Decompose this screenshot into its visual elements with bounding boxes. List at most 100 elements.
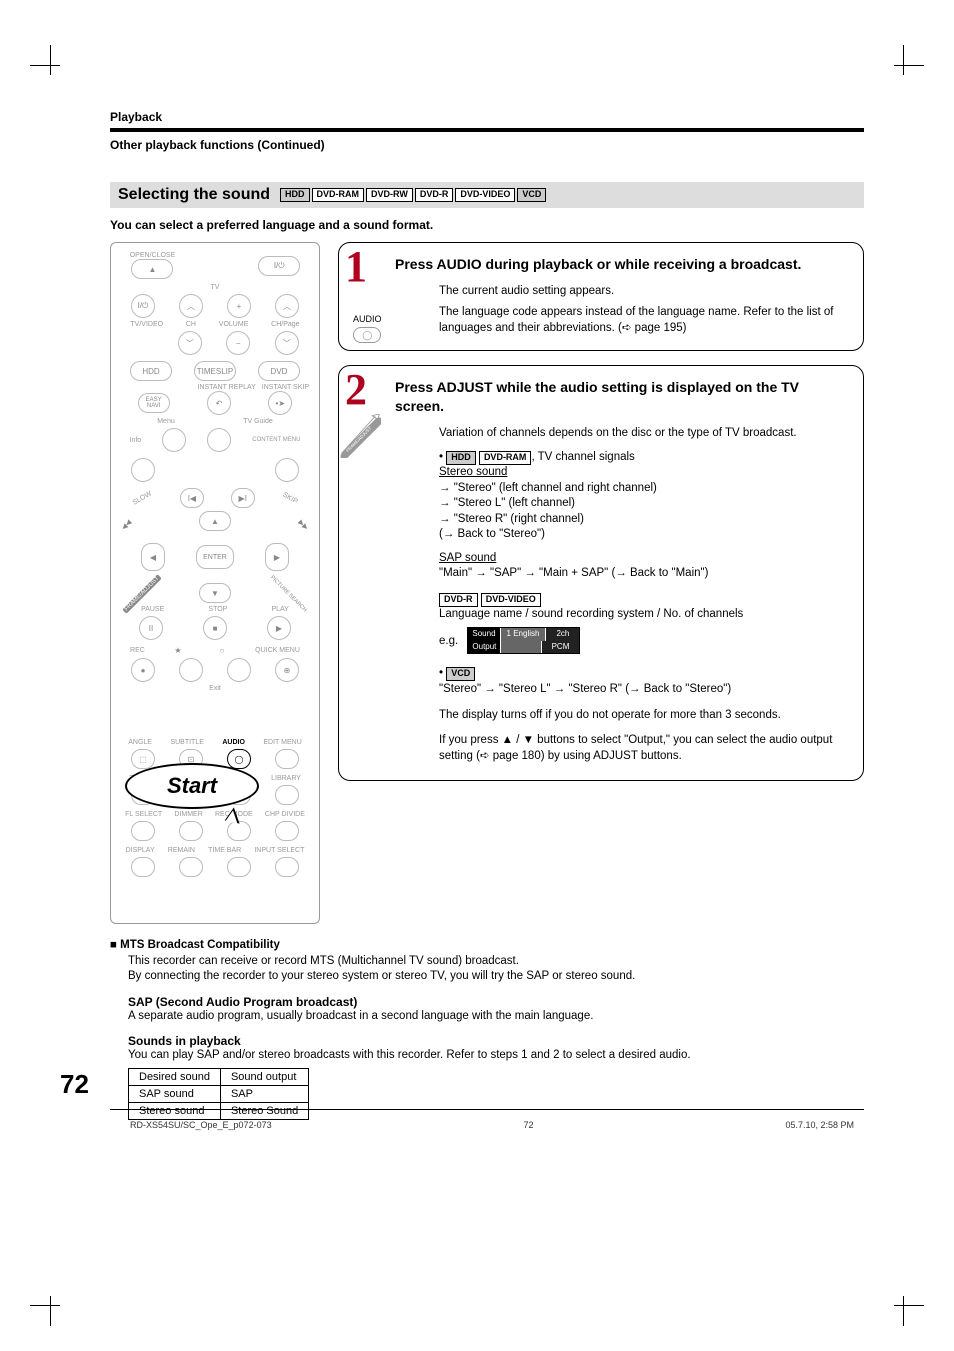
- btn-timeslip: TIMESLIP: [194, 361, 236, 381]
- sap-heading: SAP (Second Audio Program broadcast): [128, 995, 864, 1009]
- remote-column: OPEN/CLOSE ▲ I/⏻ TV I/⏻ ︿ + ︿ TV/VIDEO C…: [110, 242, 320, 924]
- label-subtitle: SUBTITLE: [170, 739, 203, 746]
- arrow-left-icon: ◀: [141, 543, 165, 571]
- pause-icon: II: [139, 616, 163, 640]
- skip-icon: •➤: [268, 391, 292, 415]
- btn-enter: ENTER: [196, 545, 234, 569]
- label-exit: Exit: [111, 685, 319, 692]
- label-stop: STOP: [208, 606, 227, 613]
- btn-display: [131, 857, 155, 877]
- label-fl-select: FL SELECT: [125, 811, 162, 818]
- step-2-sap-heading: SAP sound: [439, 552, 496, 564]
- step-1-title: Press AUDIO during playback or while rec…: [395, 255, 849, 274]
- btn-menu: [162, 428, 186, 452]
- ex-row1-v1: 1 English: [500, 628, 546, 641]
- mts-l1: This recorder can receive or record MTS …: [128, 954, 864, 970]
- btn-star: [179, 658, 203, 682]
- label-quick-menu: QUICK MENU: [255, 647, 300, 654]
- page-number: 72: [60, 1069, 89, 1100]
- angle-icon: ⬚: [131, 749, 155, 769]
- table-cell: Stereo sound: [129, 1102, 221, 1119]
- table-h2: Sound output: [220, 1068, 308, 1085]
- compat-table: Desired sound Sound output SAP sound SAP…: [128, 1068, 309, 1120]
- btn-input-select: [275, 857, 299, 877]
- label-info: Info: [130, 437, 142, 444]
- btn-dimmer: [179, 821, 203, 841]
- btn-tvguide: [207, 428, 231, 452]
- tag-dvdrw: DVD-RW: [366, 188, 413, 202]
- label-ch: CH: [186, 321, 196, 328]
- table-row: Stereo sound Stereo Sound: [129, 1102, 309, 1119]
- tag-vcd: VCD: [517, 188, 546, 202]
- ex-row2-spacer: [500, 641, 540, 654]
- label-chpage: CH/Page: [271, 321, 299, 328]
- sip-heading: Sounds in playback: [128, 1034, 864, 1048]
- step-1-line2: The language code appears instead of the…: [439, 305, 849, 336]
- frame-adjust-icon: FRAME/ADJUST: [337, 414, 381, 458]
- rule-thick: [110, 128, 864, 132]
- power-icon: I/⏻: [131, 294, 155, 318]
- step-1: 1 Press AUDIO during playback or while r…: [338, 242, 864, 351]
- step-2-example: e.g. Sound 1 English 2ch Output PCM: [439, 627, 849, 655]
- section-intro: You can select a preferred language and …: [110, 218, 864, 232]
- arrow-down-icon: ▼: [199, 583, 231, 603]
- label-tvvideo: TV/VIDEO: [130, 321, 163, 328]
- label-instant-replay: INSTANT REPLAY: [197, 384, 255, 391]
- step-1-audio-label: AUDIO: [353, 313, 382, 325]
- step-2-turnoff: The display turns off if you do not oper…: [439, 708, 849, 724]
- step-2-tags1-suffix: , TV channel signals: [531, 451, 634, 463]
- step-1-number: 1: [345, 237, 367, 296]
- btn-chp-divide: [275, 821, 299, 841]
- step-2-sap-seq: "Main" → "SAP" → "Main + SAP" (→ Back to…: [439, 566, 849, 582]
- audio-icon: ◯: [227, 749, 251, 769]
- tag-dvdvideo: DVD-VIDEO: [481, 593, 541, 607]
- label-remain: REMAIN: [168, 847, 195, 854]
- mts-l2: By connecting the recorder to your stere…: [128, 969, 864, 985]
- header-category: Playback: [110, 110, 864, 124]
- label-tvguide: TV Guide: [243, 418, 273, 425]
- step-2-s1: → "Stereo" (left channel and right chann…: [439, 481, 849, 497]
- chevron-down-icon: ﹀: [275, 331, 299, 355]
- label-skip: SKIP: [281, 491, 298, 505]
- table-cell: SAP: [220, 1085, 308, 1102]
- label-angle: ANGLE: [128, 739, 152, 746]
- label-pause: PAUSE: [141, 606, 164, 613]
- label-play: PLAY: [272, 606, 289, 613]
- label-open-close: OPEN/CLOSE: [130, 252, 176, 259]
- step-2-s4: (→ Back to "Stereo"): [439, 527, 849, 543]
- label-content-menu: CONTENT MENU: [252, 437, 300, 443]
- step-2-vcd-seq: "Stereo" → "Stereo L" → "Stereo R" (→ Ba…: [439, 682, 849, 698]
- label-dimmer: DIMMER: [174, 811, 202, 818]
- mts-heading: MTS Broadcast Compatibility: [110, 938, 864, 954]
- step-2-stereo-sound-heading: Stereo sound: [439, 466, 507, 478]
- ex-row1-v2: 2ch: [545, 628, 579, 641]
- tag-dvdr: DVD-R: [415, 188, 454, 202]
- ex-row2-v2: PCM: [541, 641, 580, 654]
- power-icon: I/⏻: [258, 256, 300, 276]
- label-time-bar: TIME BAR: [208, 847, 241, 854]
- btn-quick-menu: ⊕: [275, 658, 299, 682]
- table-cell: SAP sound: [129, 1085, 221, 1102]
- sip-text: You can play SAP and/or stereo broadcast…: [128, 1048, 864, 1064]
- audio-icon: ◯: [353, 327, 381, 343]
- tag-hdd: HDD: [446, 451, 476, 465]
- label-rec: REC: [130, 647, 145, 654]
- btn-edit-menu: [275, 749, 299, 769]
- eject-icon: ▲: [131, 259, 173, 279]
- step-1-line1: The current audio setting appears.: [439, 284, 849, 300]
- table-h1: Desired sound: [129, 1068, 221, 1085]
- rewind-icon: ◀◀: [120, 518, 133, 531]
- tag-vcd: VCD: [446, 667, 475, 681]
- header-continued: Other playback functions (Continued): [110, 138, 864, 152]
- step-2-number: 2: [345, 360, 367, 419]
- footer-left: RD-XS54SU/SC_Ope_E_p072-073: [130, 1120, 272, 1130]
- tag-dvdvideo: DVD-VIDEO: [455, 188, 515, 202]
- tag-dvdram: DVD-RAM: [312, 188, 365, 202]
- remote-illustration: OPEN/CLOSE ▲ I/⏻ TV I/⏻ ︿ + ︿ TV/VIDEO C…: [110, 242, 320, 924]
- footer-center: 72: [524, 1120, 534, 1130]
- btn-circle: [227, 658, 251, 682]
- chevron-up-icon: ︿: [275, 294, 299, 318]
- btn-info: [131, 458, 155, 482]
- footer: RD-XS54SU/SC_Ope_E_p072-073 72 05.7.10, …: [130, 1120, 854, 1130]
- page-ref-icon: [480, 750, 490, 762]
